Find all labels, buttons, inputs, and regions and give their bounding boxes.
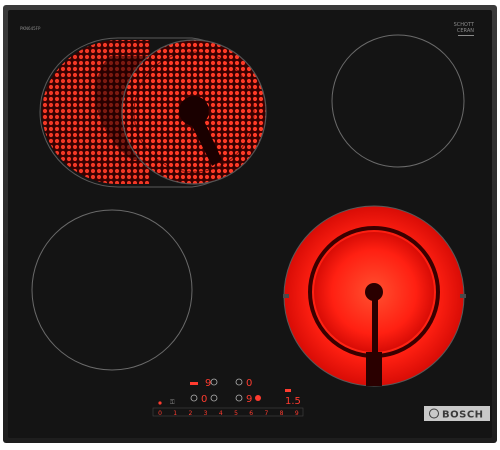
model-print: PKN645FP <box>20 26 41 31</box>
display-back-right: 0 <box>246 378 252 389</box>
cooktop-photo: PKN645FP SCHOTT CERAN 9 0 0 9 1.5 ⚿ 0 1 … <box>0 0 500 450</box>
slider-level-4[interactable]: 4 <box>219 410 223 417</box>
slider-level-9[interactable]: 9 <box>295 410 299 417</box>
slider-level-5[interactable]: 5 <box>234 410 238 417</box>
glass-brand-line2: CERAN <box>457 28 474 34</box>
zone-marker-back-left <box>190 382 198 385</box>
slider-level-7[interactable]: 7 <box>264 410 268 417</box>
display-front-left: 0 <box>201 394 207 405</box>
lock-icon[interactable]: ⚿ <box>170 399 175 406</box>
display-front-right: 9 <box>246 394 252 405</box>
glass-brand-underline <box>458 35 474 36</box>
ceramic-hob: PKN645FP SCHOTT CERAN 9 0 0 9 1.5 ⚿ 0 1 … <box>3 5 497 443</box>
front-right-extend-icon <box>255 395 261 401</box>
power-indicator-icon <box>158 401 162 405</box>
front-right-separator-gap <box>366 352 382 386</box>
slider-level-0[interactable]: 0 <box>158 410 162 417</box>
timer-display: 1.5 <box>285 396 301 407</box>
brand-badge: BOSCH <box>424 406 490 421</box>
display-back-left: 9 <box>205 378 211 389</box>
front-right-center-stem <box>372 296 378 352</box>
slider-level-1[interactable]: 1 <box>173 410 177 417</box>
slider-level-8[interactable]: 8 <box>280 410 284 417</box>
slider-level-2[interactable]: 2 <box>188 410 192 417</box>
slider-level-3[interactable]: 3 <box>204 410 208 417</box>
front-right-extended-zone[interactable] <box>283 205 466 387</box>
front-right-left-clip <box>283 294 289 298</box>
back-left-dual-zone[interactable] <box>39 37 267 188</box>
front-right-right-clip <box>460 294 466 298</box>
slider-level-6[interactable]: 6 <box>249 410 253 417</box>
timer-marker <box>285 389 291 392</box>
brand-name: BOSCH <box>442 410 484 421</box>
